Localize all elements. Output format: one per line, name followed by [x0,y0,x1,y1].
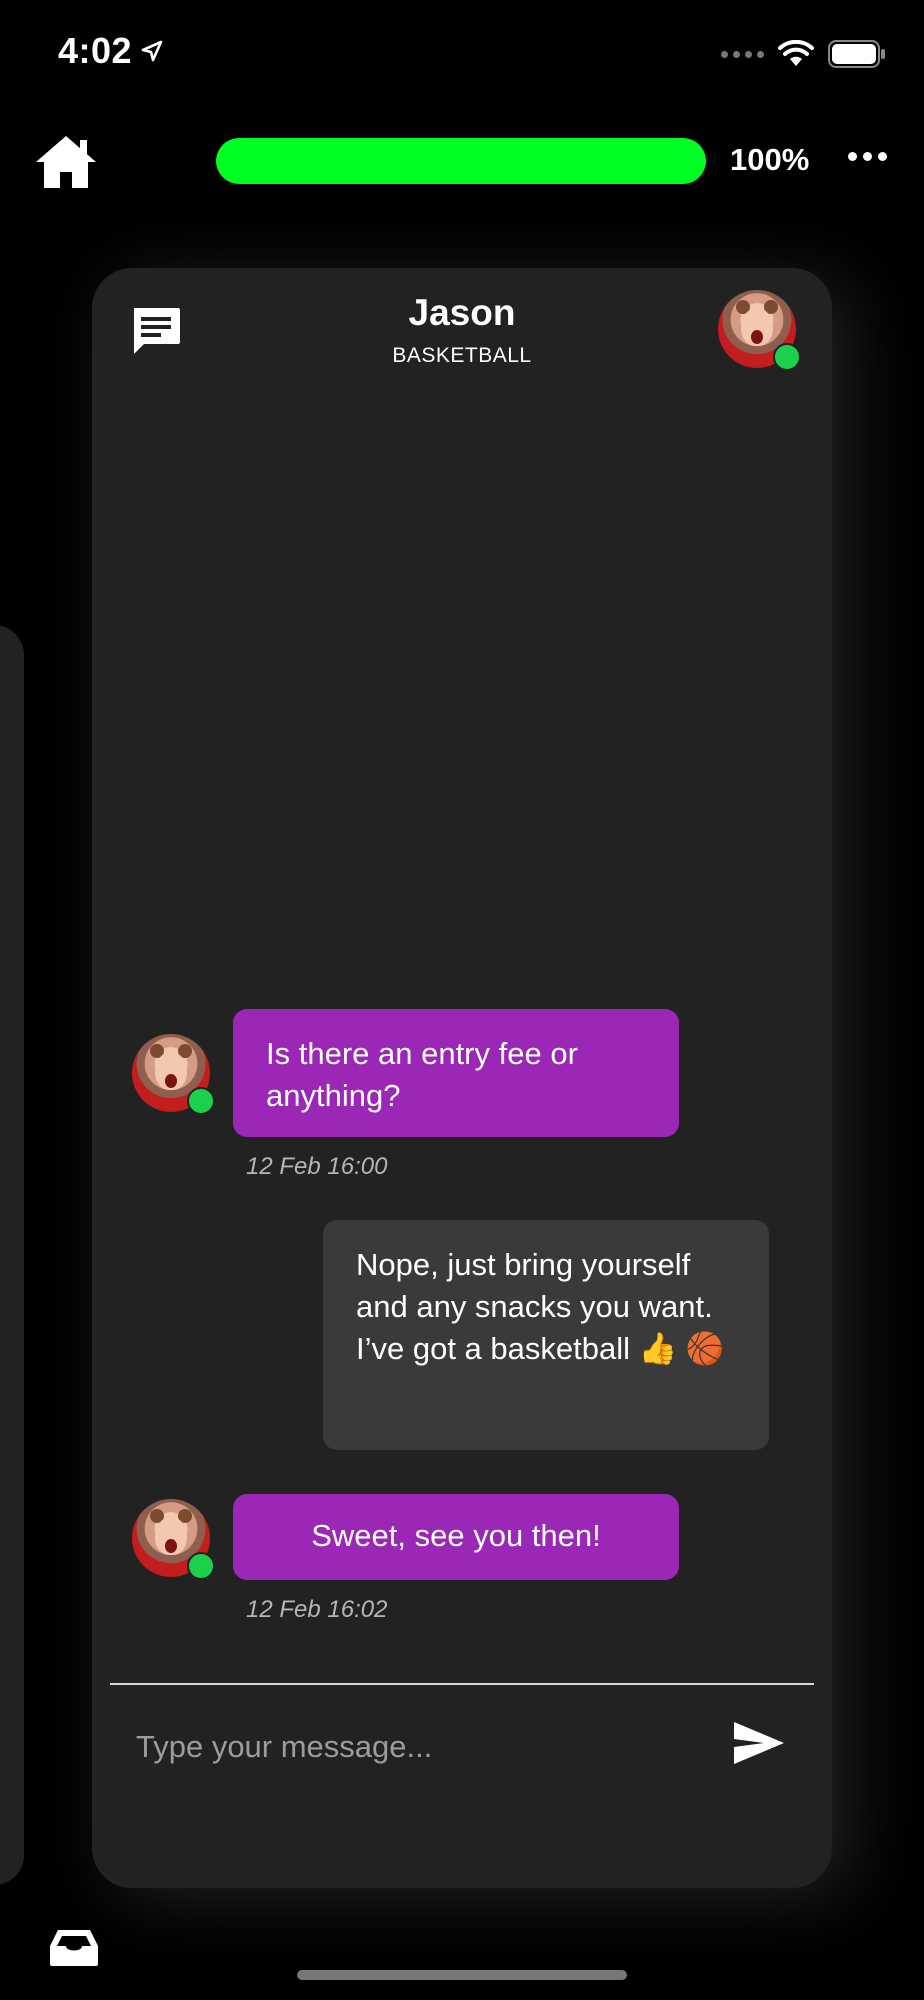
progress-fill [216,138,706,184]
message-input[interactable] [134,1716,658,1778]
contact-subtitle: BASKETBALL [392,344,532,367]
message-bubble: Is there an entry fee or anything? [233,1009,679,1137]
avatar[interactable] [718,290,801,371]
status-time-text: 4:02 [58,30,133,71]
input-divider [110,1683,814,1685]
online-indicator [773,343,801,371]
progress-label: 100% [730,142,810,177]
online-indicator [187,1552,215,1580]
message-bubble: Sweet, see you then! [233,1494,679,1580]
location-arrow-icon [141,40,163,62]
inbox-icon[interactable] [48,1928,100,1968]
status-icons [721,40,886,68]
wifi-icon [778,40,814,66]
message-timestamp: 12 Feb 16:00 [246,1153,388,1180]
progress-bar [216,138,706,184]
status-time: 4:02 [58,30,164,72]
signal-icon [721,50,764,58]
chat-card: Jason BASKETBALL Is there an entry fee o… [92,268,832,1888]
send-icon[interactable] [732,1720,786,1766]
message-timestamp: 12 Feb 16:02 [246,1596,388,1623]
more-icon[interactable] [848,152,887,161]
message-bubble: Nope, just bring yourself and any snacks… [323,1220,769,1450]
home-icon[interactable] [34,132,98,190]
online-indicator [187,1087,215,1115]
previous-card[interactable] [0,625,24,1885]
battery-icon [828,40,885,68]
avatar [132,1499,215,1580]
avatar [132,1034,215,1115]
home-indicator[interactable] [297,1970,627,1980]
